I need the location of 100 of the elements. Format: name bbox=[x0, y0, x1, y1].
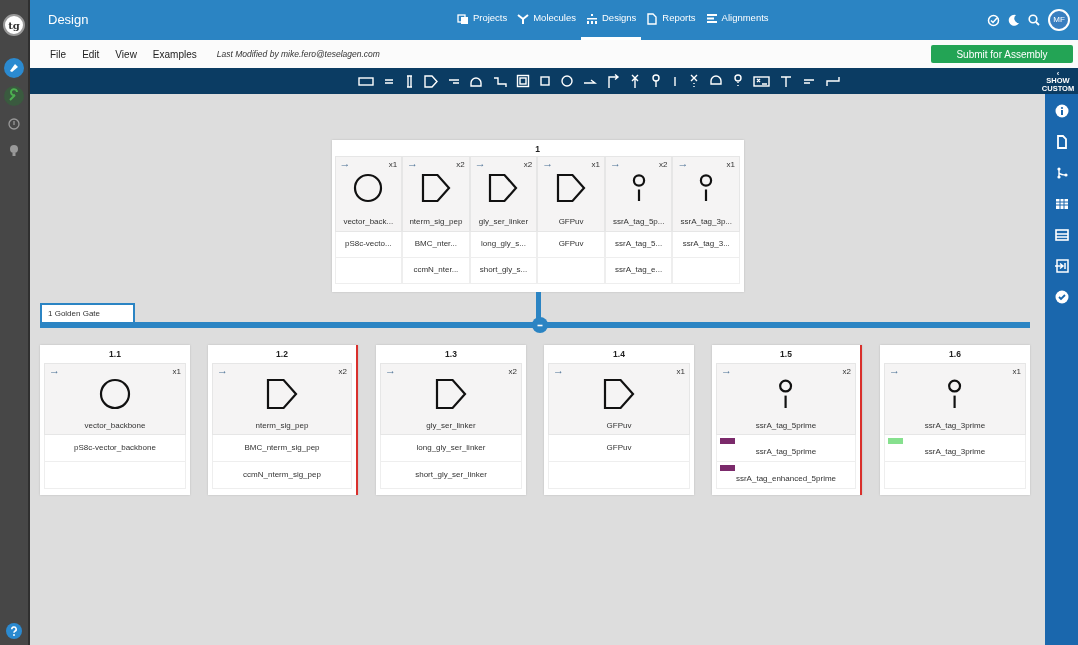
info-icon[interactable] bbox=[1054, 104, 1069, 118]
pentagon-symbol-icon bbox=[488, 172, 519, 203]
hierarchy-icon bbox=[586, 12, 598, 25]
count-label: x2 bbox=[338, 365, 347, 378]
bin-title: 1.4 bbox=[612, 347, 626, 361]
lollipop-icon[interactable] bbox=[649, 73, 662, 89]
direction-arrow: → bbox=[407, 157, 419, 169]
bin-header[interactable]: → x1 GFPuv bbox=[537, 155, 605, 232]
user-avatar[interactable]: MF bbox=[1048, 9, 1070, 31]
circle-symbol-icon bbox=[99, 377, 131, 410]
list-icon[interactable] bbox=[1054, 228, 1069, 242]
search-icon[interactable] bbox=[1028, 14, 1040, 26]
nav-tab[interactable]: Reports bbox=[641, 0, 701, 40]
info-icon[interactable] bbox=[8, 118, 20, 130]
part-cell[interactable]: pS8c-vecto... bbox=[334, 231, 403, 258]
t-shape-icon[interactable] bbox=[778, 73, 793, 89]
count-label: x1 bbox=[591, 158, 600, 171]
part-cell[interactable]: GFPuv bbox=[537, 231, 605, 258]
count-label: x1 bbox=[1012, 365, 1021, 378]
bin-title: 1.3 bbox=[444, 347, 458, 361]
direction-arrow: → bbox=[474, 157, 486, 169]
nav-tab[interactable]: Projects bbox=[451, 0, 513, 40]
bin-name: ssrA_tag_3prime bbox=[924, 419, 986, 432]
part-cell[interactable]: long_gly_s... bbox=[469, 231, 538, 258]
bin-name: GFPuv bbox=[558, 215, 584, 228]
moon-icon[interactable] bbox=[1008, 14, 1020, 26]
direction-arrow: → bbox=[217, 364, 228, 376]
collapse-button[interactable] bbox=[532, 316, 548, 333]
part-cell[interactable]: ccmN_nter... bbox=[402, 257, 470, 284]
square-icon[interactable] bbox=[538, 73, 551, 89]
part-cell[interactable]: short_gly_s... bbox=[469, 257, 538, 284]
count-label: x2 bbox=[659, 158, 668, 171]
direction-arrow: → bbox=[385, 364, 396, 376]
menu-item[interactable]: File bbox=[42, 46, 75, 62]
pen-icon[interactable] bbox=[4, 58, 24, 78]
pentagon-symbol-icon bbox=[420, 172, 451, 203]
part-cell[interactable]: ssrA_tag_5... bbox=[604, 231, 673, 258]
part-cell[interactable]: ssrA_tag_3... bbox=[672, 231, 741, 258]
bin-header[interactable]: → x1 ssrA_tag_3prime bbox=[884, 362, 1026, 435]
pentagon-symbol-icon bbox=[266, 377, 298, 410]
bin-title: 1.2 bbox=[275, 347, 289, 361]
menu-item[interactable]: Examples bbox=[144, 46, 205, 62]
menu-item[interactable]: View bbox=[107, 46, 145, 62]
lightbulb-icon[interactable] bbox=[9, 144, 19, 157]
assembly-tab[interactable]: 1 Golden Gate bbox=[40, 302, 135, 322]
bin-name: nterm_sig_pep bbox=[255, 419, 309, 432]
nested-square-icon[interactable] bbox=[515, 73, 530, 89]
dotted-lollipop-icon[interactable] bbox=[731, 73, 744, 89]
pentagon-symbol-icon bbox=[603, 377, 635, 410]
bin-name: gly_ser_linker bbox=[426, 419, 476, 432]
bin-name: ssrA_tag_5p... bbox=[612, 215, 665, 228]
bin-name: ssrA_tag_5prime bbox=[755, 419, 817, 432]
document-icon bbox=[646, 12, 659, 25]
cds-icon[interactable] bbox=[422, 73, 439, 89]
menu-item[interactable]: Edit bbox=[74, 46, 108, 62]
nav-tab[interactable]: Molecules bbox=[512, 0, 581, 40]
molecule-icon bbox=[517, 12, 530, 25]
help-icon[interactable] bbox=[6, 623, 22, 639]
wrench-icon[interactable] bbox=[4, 86, 24, 106]
pentagon-symbol-icon bbox=[556, 172, 587, 203]
bin-header[interactable]: → x1 ssrA_tag_3p... bbox=[672, 155, 741, 232]
nav-tab[interactable]: Alignments bbox=[700, 0, 774, 40]
bin-name: ssrA_tag_3p... bbox=[680, 215, 733, 228]
terminal-icon[interactable] bbox=[752, 73, 770, 89]
alignment-icon bbox=[705, 12, 718, 25]
bin-name: nterm_sig_pep bbox=[409, 215, 463, 228]
count-label: x1 bbox=[172, 365, 181, 378]
direction-arrow: → bbox=[889, 364, 900, 376]
direction-arrow: → bbox=[542, 157, 554, 169]
design-title: 1 bbox=[534, 143, 541, 156]
count-label: x1 bbox=[388, 158, 398, 171]
bin-name: GFPuv bbox=[606, 419, 632, 432]
bin-header[interactable]: → x2 ssrA_tag_5p... bbox=[604, 155, 673, 232]
bin-name: vector_backbone bbox=[84, 419, 146, 432]
bin-header[interactable]: → x1 GFPuv bbox=[548, 362, 690, 435]
part-cell[interactable]: BMC_nter... bbox=[402, 231, 470, 258]
bin-header[interactable]: → x1 vector_backbone bbox=[44, 362, 186, 435]
circle-symbol-icon bbox=[353, 172, 384, 203]
bin-title: 1.6 bbox=[948, 347, 962, 361]
document-icon[interactable] bbox=[1054, 135, 1069, 149]
clock-check-icon[interactable] bbox=[987, 13, 1000, 27]
part-name[interactable]: GFPuv bbox=[606, 441, 632, 454]
count-label: x2 bbox=[508, 365, 517, 378]
direction-arrow: → bbox=[609, 157, 621, 169]
bin-name: gly_ser_linker bbox=[478, 215, 529, 228]
last-modified-text: Last Modified by mike.fero@teselagen.com bbox=[216, 47, 380, 61]
count-label: x2 bbox=[523, 158, 533, 171]
projects-icon bbox=[456, 12, 469, 25]
logo: tg bbox=[3, 14, 25, 36]
circle-icon[interactable] bbox=[559, 73, 574, 89]
table-icon[interactable] bbox=[1054, 197, 1069, 211]
bin-header[interactable]: → x1 vector_back... bbox=[334, 155, 403, 232]
bin-title: 1.1 bbox=[108, 347, 122, 361]
count-label: x2 bbox=[842, 365, 851, 378]
check-circle-icon[interactable] bbox=[1054, 290, 1069, 304]
import-icon[interactable] bbox=[1054, 259, 1069, 273]
part-cell[interactable]: ssrA_tag_e... bbox=[604, 257, 673, 284]
bin-name: vector_back... bbox=[343, 215, 394, 228]
direction-arrow: → bbox=[49, 364, 60, 376]
promoter-icon[interactable] bbox=[605, 73, 620, 89]
